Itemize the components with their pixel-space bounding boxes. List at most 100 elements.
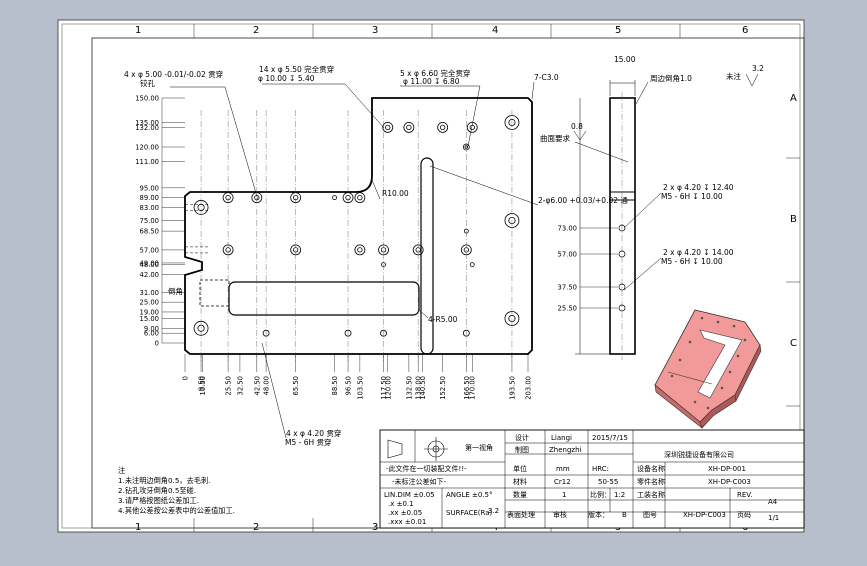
- dim-left-label: 89.00: [140, 194, 159, 202]
- zone-column-label: 4: [492, 25, 498, 36]
- dim-side-label: 73.00: [558, 225, 577, 233]
- dim-bottom-label: 10.50: [199, 376, 207, 395]
- tol-row-1: .x ±0.1: [388, 500, 414, 508]
- dim-left-label: 0: [155, 340, 159, 348]
- callout-tapped-thread: M5 - 6H 贯穿: [285, 437, 332, 447]
- device-label: 设备名称: [637, 464, 665, 473]
- tol-angle: ANGLE ±0.5°: [446, 491, 493, 499]
- dim-left-label: 111.00: [135, 158, 159, 166]
- callout-cbore-holes-14: 14 x φ 5.50 完全贯穿: [259, 64, 334, 74]
- design-name: Liangi: [551, 434, 572, 442]
- dim-bottom-label: 0: [182, 376, 190, 380]
- callout-chamfer: 7-C3.0: [534, 73, 559, 82]
- zone-column-label: 6: [742, 25, 748, 36]
- callout-edge-chamfer: 周边倒角1.0: [650, 73, 692, 83]
- dim-left-label: 132.00: [135, 124, 159, 132]
- roughness: SURFACE(Ra): [446, 509, 493, 517]
- dim-left-label: 15.00: [140, 315, 159, 323]
- callout-side-holes-a: 2 x φ 4.20 ↧ 12.40: [663, 183, 734, 192]
- material-label: 材料: [513, 477, 527, 486]
- dim-bottom-label: 140.50: [419, 376, 427, 400]
- version-label: 版本：: [588, 510, 609, 519]
- dim-bottom-label: 203.00: [525, 376, 533, 400]
- engineering-drawing-sheet: 112233445566ABCD 150.00135.00132.00120.0…: [0, 0, 867, 562]
- callout-cbore-depth-14: φ 10.00 ↧ 5.40: [258, 74, 315, 83]
- sheet-no-label: 图号: [643, 511, 657, 519]
- dim-side-label: 57.00: [558, 251, 577, 259]
- callout-ream-holes: 4 x φ 5.00 -0.01/-0.02 贯穿: [124, 69, 223, 79]
- page-value: 1/1: [768, 514, 779, 522]
- dim-side-label: 37.50: [558, 284, 577, 292]
- material-value: Cr12: [554, 478, 571, 486]
- dim-bottom-label: 25.50: [225, 376, 233, 395]
- note-line: 4.其他公差按公差表中的公差值加工.: [118, 506, 235, 515]
- title-block: 第一视角 -此文件在一切装配文件!!- -未标注公差如下- LIN.DIM ±0…: [379, 429, 805, 529]
- dim-left-label: 75.00: [140, 217, 159, 225]
- dim-bottom-label: 103.50: [356, 376, 364, 400]
- callout-ream-label: 铰孔: [140, 78, 155, 88]
- callout-roughness-08: 0.8: [571, 122, 583, 131]
- callout-slot-radius: 4-R5.00: [428, 315, 458, 324]
- scale-value: 1:2: [614, 491, 625, 499]
- unit-value: mm: [556, 465, 570, 473]
- tol-row-2: .xx ±0.05: [388, 509, 422, 517]
- tolerance-title: -未标注公差如下-: [392, 477, 447, 486]
- zone-column-label: 3: [372, 25, 378, 36]
- callout-general-finish: 未注: [726, 71, 741, 81]
- callout-cbore-depth-5: φ 11.00 ↧ 6.80: [403, 77, 460, 86]
- dim-left-label: 57.00: [140, 246, 159, 254]
- callout-surface-req: 曲面要求: [540, 133, 570, 143]
- draw-name: Zhengzhi: [549, 446, 582, 454]
- design-label: 设计: [515, 433, 529, 442]
- dim-left-label: 6.00: [144, 330, 159, 338]
- dim-left-label: 120.00: [135, 144, 159, 152]
- no-change-note: -此文件在一切装配文件!!-: [386, 464, 467, 473]
- dim-bottom-label: 152.50: [439, 376, 447, 400]
- zone-column-label: 5: [615, 25, 621, 36]
- tol-linear: LIN.DIM ±0.05: [384, 491, 435, 499]
- dim-bottom-label: 32.50: [236, 376, 244, 395]
- note-line: 1.未注明边倒角0.5，去毛刺.: [118, 476, 210, 485]
- dim-left-label: 31.00: [140, 289, 159, 297]
- surface-label: 表面处理: [507, 510, 535, 519]
- part-label: 零件名称: [637, 477, 665, 486]
- unit-label: 单位: [513, 464, 527, 473]
- tol-row-3: .xxx ±0.01: [388, 518, 426, 526]
- rev-value: A4: [768, 498, 778, 506]
- note-line: 3.请严格按图纸公差加工.: [118, 496, 199, 505]
- dim-side-label: 25.50: [558, 305, 577, 313]
- zone-column-label: 1: [135, 522, 141, 533]
- callout-radius: R10.00: [382, 189, 409, 198]
- notes-title: 注: [118, 466, 125, 475]
- dim-bottom-label: 65.50: [292, 376, 300, 395]
- dim-bottom-label: 42.50: [253, 376, 261, 395]
- zone-row-label: B: [790, 214, 797, 225]
- callout-side-holes-b: 2 x φ 4.20 ↧ 14.00: [663, 248, 734, 257]
- callout-chamfer-label: 倒角: [168, 286, 183, 296]
- drawing-no: XH-DP-C003: [683, 511, 726, 519]
- callout-side-thread-b: M5 - 6H ↧ 10.00: [661, 257, 723, 266]
- qty-value: 1: [562, 491, 566, 499]
- callout-side-thread-a: M5 - 6H ↧ 10.00: [661, 192, 723, 201]
- projection-label: 第一视角: [465, 443, 493, 452]
- scale-label: 比例：: [590, 490, 611, 499]
- hardness-value: 50-55: [598, 478, 618, 486]
- company-name: 深圳锐捷设备有限公司: [664, 450, 734, 459]
- zone-column-label: 2: [253, 522, 259, 533]
- page-label: 页码: [737, 511, 751, 519]
- dim-bottom-label: 170.00: [469, 376, 477, 400]
- zone-column-label: 2: [253, 25, 259, 36]
- zone-column-label: 1: [135, 25, 141, 36]
- dim-bottom-label: 88.50: [331, 376, 339, 395]
- zone-row-label: C: [790, 338, 797, 349]
- callout-dowel-holes: 2-φ6.00 +0.03/+0.02 通: [538, 195, 628, 205]
- draw-label: 制图: [515, 445, 529, 454]
- dim-left-label: 150.00: [135, 95, 159, 103]
- drawing-viewport: 112233445566ABCD 150.00135.00132.00120.0…: [0, 0, 867, 562]
- process-label: 工装名称: [637, 490, 665, 499]
- dim-left-label: 25.00: [140, 299, 159, 307]
- callout-side-thickness: 15.00: [614, 55, 636, 64]
- dim-left-label: 48.00: [140, 261, 159, 269]
- callout-tapped-holes: 4 x φ 4.20 贯穿: [286, 428, 341, 438]
- dim-left-label: 42.00: [140, 271, 159, 279]
